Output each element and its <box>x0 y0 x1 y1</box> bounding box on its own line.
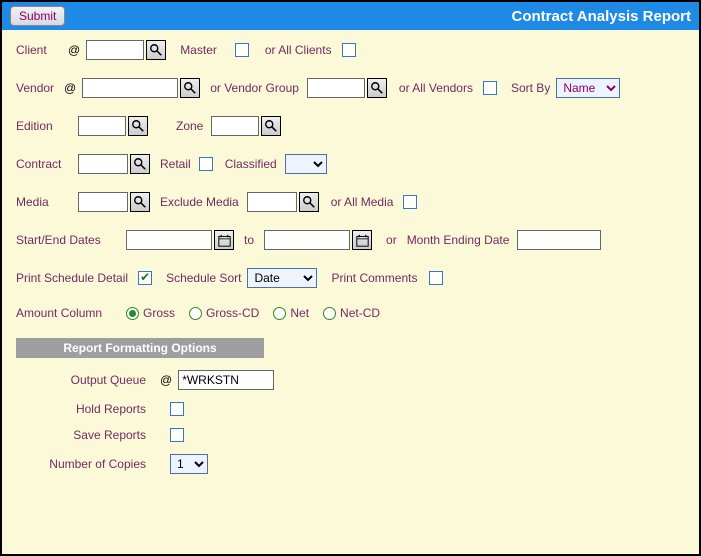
zone-input[interactable] <box>211 116 259 136</box>
vendor-group-input[interactable] <box>307 78 365 98</box>
at-symbol: @ <box>68 43 80 57</box>
net-cd-radio[interactable] <box>323 307 336 320</box>
all-media-checkbox[interactable] <box>403 195 417 209</box>
contract-lookup-icon[interactable] <box>130 154 150 174</box>
classified-select[interactable] <box>285 154 327 174</box>
print-comments-label: Print Comments <box>331 271 417 285</box>
hold-reports-label: Hold Reports <box>16 402 156 416</box>
client-input[interactable] <box>86 40 144 60</box>
copies-select[interactable]: 1 <box>170 454 208 474</box>
gross-cd-label: Gross-CD <box>206 306 259 320</box>
submit-button[interactable]: Submit <box>10 6 65 26</box>
all-media-label: or All Media <box>331 195 394 209</box>
print-comments-checkbox[interactable] <box>429 271 443 285</box>
output-queue-row: Output Queue @ <box>16 370 685 390</box>
all-vendors-label: or All Vendors <box>399 81 473 95</box>
edition-row: Edition Zone <box>16 116 685 136</box>
retail-checkbox[interactable] <box>199 157 213 171</box>
retail-label: Retail <box>160 157 191 171</box>
output-queue-input[interactable] <box>178 370 274 390</box>
page-title: Contract Analysis Report <box>512 8 691 25</box>
net-label: Net <box>290 306 309 320</box>
save-reports-row: Save Reports <box>16 428 685 442</box>
master-label: Master <box>180 43 217 57</box>
gross-radio[interactable] <box>126 307 139 320</box>
zone-lookup-icon[interactable] <box>261 116 281 136</box>
vendor-label: Vendor <box>16 81 60 95</box>
output-queue-label: Output Queue <box>16 373 156 387</box>
all-clients-checkbox[interactable] <box>342 43 356 57</box>
gross-label: Gross <box>143 306 175 320</box>
at-symbol: @ <box>160 373 172 387</box>
or-label: or <box>386 233 397 247</box>
schedule-row: Print Schedule Detail Schedule Sort Date… <box>16 268 685 288</box>
media-row: Media Exclude Media or All Media <box>16 192 685 212</box>
amount-row: Amount Column Gross Gross-CD Net Net-CD <box>16 306 685 320</box>
exclude-media-input[interactable] <box>247 192 297 212</box>
edition-label: Edition <box>16 119 64 133</box>
start-date-input[interactable] <box>126 230 212 250</box>
amount-label: Amount Column <box>16 306 116 320</box>
contract-input[interactable] <box>78 154 128 174</box>
client-label: Client <box>16 43 64 57</box>
end-date-input[interactable] <box>264 230 350 250</box>
hold-reports-checkbox[interactable] <box>170 402 184 416</box>
to-label: to <box>244 233 254 247</box>
classified-label: Classified <box>225 157 277 171</box>
sort-by-select[interactable]: Name <box>556 78 620 98</box>
vendor-row: Vendor @ or Vendor Group or All Vendors … <box>16 78 685 98</box>
edition-lookup-icon[interactable] <box>128 116 148 136</box>
zone-label: Zone <box>176 119 203 133</box>
master-checkbox[interactable] <box>235 43 249 57</box>
vendor-input[interactable] <box>82 78 178 98</box>
contract-label: Contract <box>16 157 70 171</box>
net-cd-label: Net-CD <box>340 306 380 320</box>
client-lookup-icon[interactable] <box>146 40 166 60</box>
at-symbol: @ <box>64 81 76 95</box>
app-window: Submit Contract Analysis Report Client @… <box>0 0 701 556</box>
edition-input[interactable] <box>78 116 126 136</box>
exclude-media-lookup-icon[interactable] <box>299 192 319 212</box>
print-detail-label: Print Schedule Detail <box>16 271 128 285</box>
hold-reports-row: Hold Reports <box>16 402 685 416</box>
dates-row: Start/End Dates to or Month Ending Date <box>16 230 685 250</box>
all-clients-label: or All Clients <box>265 43 332 57</box>
month-ending-label: Month Ending Date <box>407 233 510 247</box>
schedule-sort-select[interactable]: Date <box>247 268 317 288</box>
vendor-lookup-icon[interactable] <box>180 78 200 98</box>
net-radio[interactable] <box>273 307 286 320</box>
media-label: Media <box>16 195 56 209</box>
client-row: Client @ Master or All Clients <box>16 40 685 60</box>
print-detail-checkbox[interactable] <box>138 271 152 285</box>
sort-by-label: Sort By <box>511 81 550 95</box>
media-lookup-icon[interactable] <box>130 192 150 212</box>
exclude-media-label: Exclude Media <box>160 195 239 209</box>
contract-row: Contract Retail Classified <box>16 154 685 174</box>
start-end-label: Start/End Dates <box>16 233 116 247</box>
copies-label: Number of Copies <box>16 457 156 471</box>
save-reports-label: Save Reports <box>16 428 156 442</box>
save-reports-checkbox[interactable] <box>170 428 184 442</box>
vendor-group-lookup-icon[interactable] <box>367 78 387 98</box>
start-date-calendar-icon[interactable] <box>214 230 234 250</box>
vendor-group-label: or Vendor Group <box>210 81 299 95</box>
media-input[interactable] <box>78 192 128 212</box>
gross-cd-radio[interactable] <box>189 307 202 320</box>
all-vendors-checkbox[interactable] <box>483 81 497 95</box>
end-date-calendar-icon[interactable] <box>352 230 372 250</box>
header: Submit Contract Analysis Report <box>2 2 699 30</box>
schedule-sort-label: Schedule Sort <box>166 271 241 285</box>
form: Client @ Master or All Clients Vendor @ <box>2 30 699 480</box>
month-ending-input[interactable] <box>517 230 601 250</box>
report-formatting-header: Report Formatting Options <box>16 338 264 358</box>
copies-row: Number of Copies 1 <box>16 454 685 474</box>
